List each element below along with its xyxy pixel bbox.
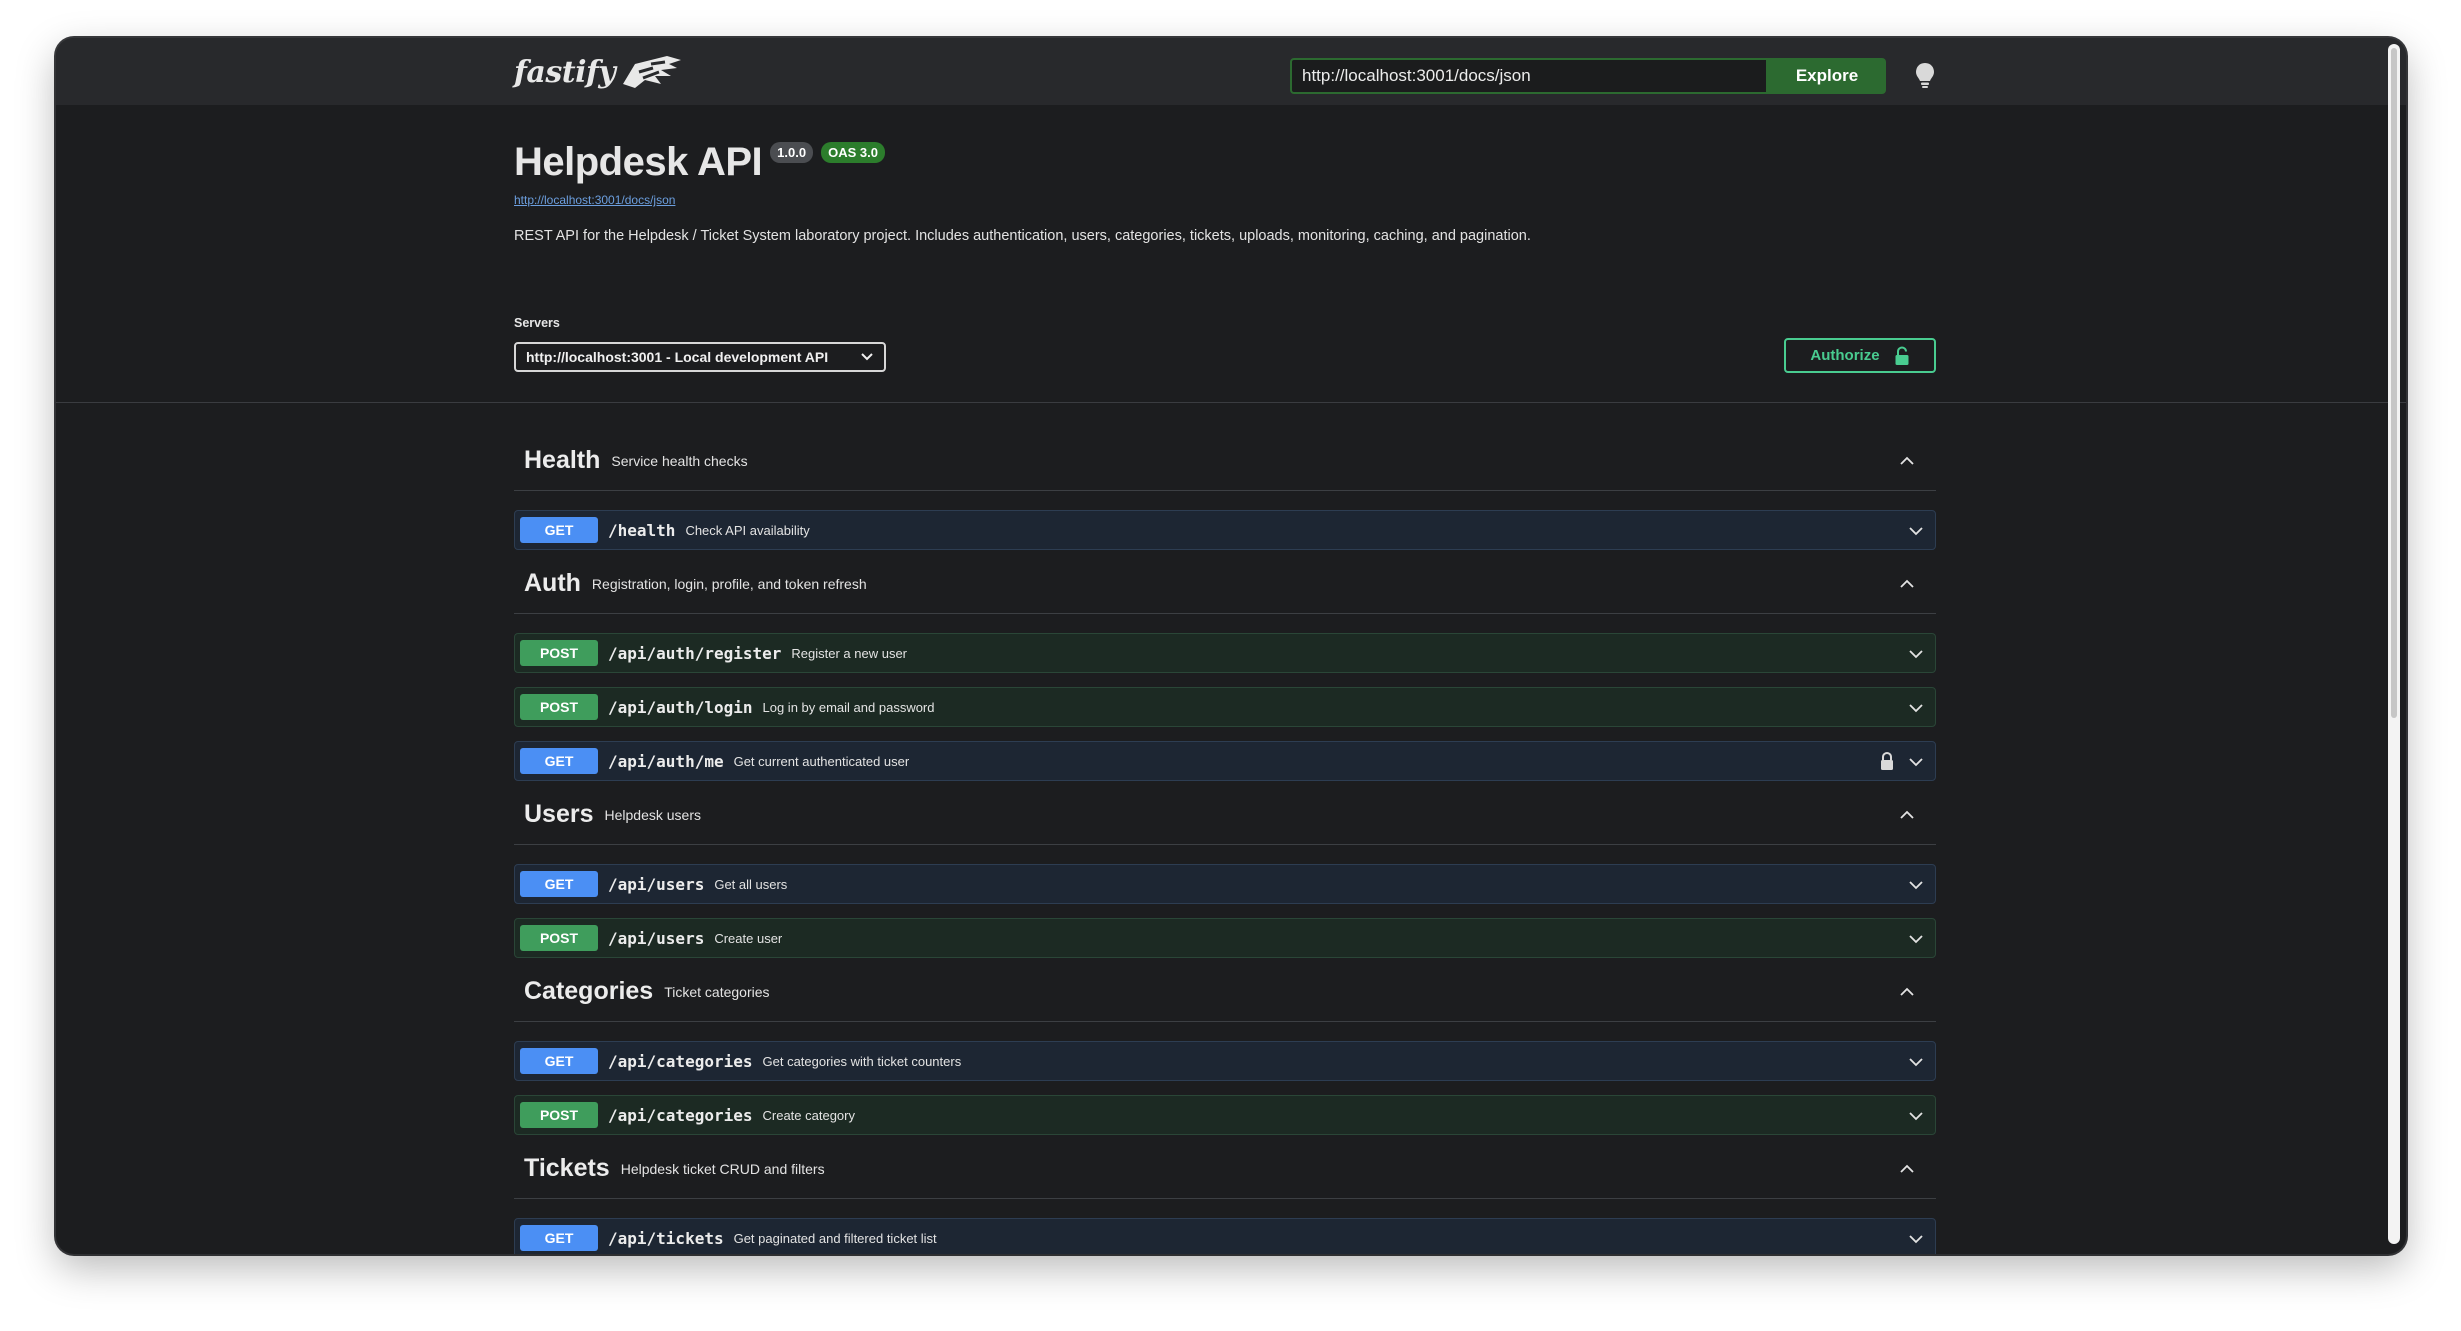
operation-get-tickets[interactable]: GET /api/tickets Get paginated and filte… <box>514 1218 1936 1254</box>
version-badge: 1.0.0 <box>770 142 814 163</box>
unlock-icon <box>1895 345 1909 365</box>
operation-path: /api/auth/login <box>608 697 753 717</box>
operation-path: /api/auth/register <box>608 643 782 663</box>
operation-path: /api/users <box>608 928 705 948</box>
tag-description: Service health checks <box>611 452 748 469</box>
tag-name: Categories <box>524 977 654 1005</box>
tag-name: Health <box>524 446 601 474</box>
method-badge: POST <box>520 694 598 720</box>
tag-tickets[interactable]: Tickets Helpdesk ticket CRUD and filters <box>514 1139 1936 1199</box>
operation-get-categories[interactable]: GET /api/categories Get categories with … <box>514 1041 1936 1081</box>
operation-summary: Get all users <box>714 876 788 892</box>
explore-button[interactable]: Explore <box>1768 58 1886 94</box>
method-badge: GET <box>520 517 598 543</box>
method-badge: GET <box>520 871 598 897</box>
operation-get-users[interactable]: GET /api/users Get all users <box>514 864 1936 904</box>
chevron-down-icon <box>1909 650 1923 659</box>
chevron-down-icon <box>1909 1058 1923 1067</box>
tag-auth[interactable]: Auth Registration, login, profile, and t… <box>514 554 1936 614</box>
chevron-down-icon <box>861 353 873 361</box>
chevron-down-icon <box>1909 935 1923 944</box>
operation-path: /api/categories <box>608 1105 753 1125</box>
tag-description: Helpdesk ticket CRUD and filters <box>620 1160 825 1177</box>
browser-window: fastify Explore Helpdesk API 1.0.0 OAS 3… <box>56 38 2406 1254</box>
tag-name: Users <box>524 800 594 828</box>
operation-summary: Create category <box>762 1107 856 1123</box>
operation-summary: Check API availability <box>685 522 810 538</box>
chevron-up-icon <box>1900 1164 1914 1173</box>
operation-path: /api/categories <box>608 1051 753 1071</box>
scrollbar-thumb[interactable] <box>2391 48 2397 718</box>
chevron-down-icon <box>1909 1235 1923 1244</box>
operation-summary: Create user <box>714 930 783 946</box>
tag-name: Auth <box>524 569 581 597</box>
tag-name: Tickets <box>524 1154 610 1182</box>
page-title: Helpdesk API <box>514 140 763 184</box>
fastify-logo[interactable]: fastify <box>514 54 683 90</box>
operation-summary: Get current authenticated user <box>733 753 910 769</box>
api-title-row: Helpdesk API 1.0.0 OAS 3.0 <box>514 142 885 182</box>
section-divider <box>56 402 2406 403</box>
chevron-down-icon <box>1909 1112 1923 1121</box>
lock-icon[interactable] <box>1879 751 1895 771</box>
operation-summary: Register a new user <box>791 645 908 661</box>
tag-users[interactable]: Users Helpdesk users <box>514 785 1936 845</box>
authorize-label: Authorize <box>1810 347 1880 364</box>
chevron-down-icon <box>1909 881 1923 890</box>
method-badge: GET <box>520 1225 598 1251</box>
api-description: REST API for the Helpdesk / Ticket Syste… <box>514 228 1531 244</box>
tag-description: Helpdesk users <box>604 806 702 823</box>
server-select[interactable]: http://localhost:3001 - Local developmen… <box>514 342 886 372</box>
chevron-up-icon <box>1900 456 1914 465</box>
tag-description: Registration, login, profile, and token … <box>591 575 867 592</box>
tag-categories[interactable]: Categories Ticket categories <box>514 962 1936 1022</box>
method-badge: GET <box>520 748 598 774</box>
operation-get-health[interactable]: GET /health Check API availability <box>514 510 1936 550</box>
chevron-down-icon <box>1909 758 1923 767</box>
operation-path: /api/auth/me <box>608 751 724 771</box>
chevron-down-icon <box>1909 527 1923 536</box>
operation-post-auth-login[interactable]: POST /api/auth/login Log in by email and… <box>514 687 1936 727</box>
method-badge: GET <box>520 1048 598 1074</box>
fastify-leopard-icon <box>623 56 682 88</box>
oas-badge: OAS 3.0 <box>821 142 885 163</box>
server-select-value: http://localhost:3001 - Local developmen… <box>526 349 829 365</box>
operation-summary: Log in by email and password <box>762 699 935 715</box>
operation-summary: Get paginated and filtered ticket list <box>733 1230 937 1246</box>
operation-path: /api/tickets <box>608 1228 724 1248</box>
operation-post-users[interactable]: POST /api/users Create user <box>514 918 1936 958</box>
authorize-button[interactable]: Authorize <box>1784 338 1936 373</box>
logo-text: fastify <box>514 54 616 90</box>
chevron-up-icon <box>1900 810 1914 819</box>
theme-lightbulb-icon[interactable] <box>1914 61 1936 89</box>
chevron-up-icon <box>1900 579 1914 588</box>
method-badge: POST <box>520 925 598 951</box>
chevron-down-icon <box>1909 704 1923 713</box>
operation-post-auth-register[interactable]: POST /api/auth/register Register a new u… <box>514 633 1936 673</box>
operation-path: /api/users <box>608 874 705 894</box>
spec-url-input[interactable] <box>1290 58 1768 94</box>
tag-description: Ticket categories <box>664 983 770 1000</box>
servers-label: Servers <box>514 316 560 330</box>
top-bar: fastify Explore <box>56 38 2406 105</box>
method-badge: POST <box>520 640 598 666</box>
method-badge: POST <box>520 1102 598 1128</box>
operation-summary: Get categories with ticket counters <box>762 1053 962 1069</box>
spec-link[interactable]: http://localhost:3001/docs/json <box>514 193 675 207</box>
operation-path: /health <box>608 520 676 540</box>
operation-post-categories[interactable]: POST /api/categories Create category <box>514 1095 1936 1135</box>
tag-health[interactable]: Health Service health checks <box>514 431 1936 491</box>
operation-get-auth-me[interactable]: GET /api/auth/me Get current authenticat… <box>514 741 1936 781</box>
chevron-up-icon <box>1900 987 1914 996</box>
